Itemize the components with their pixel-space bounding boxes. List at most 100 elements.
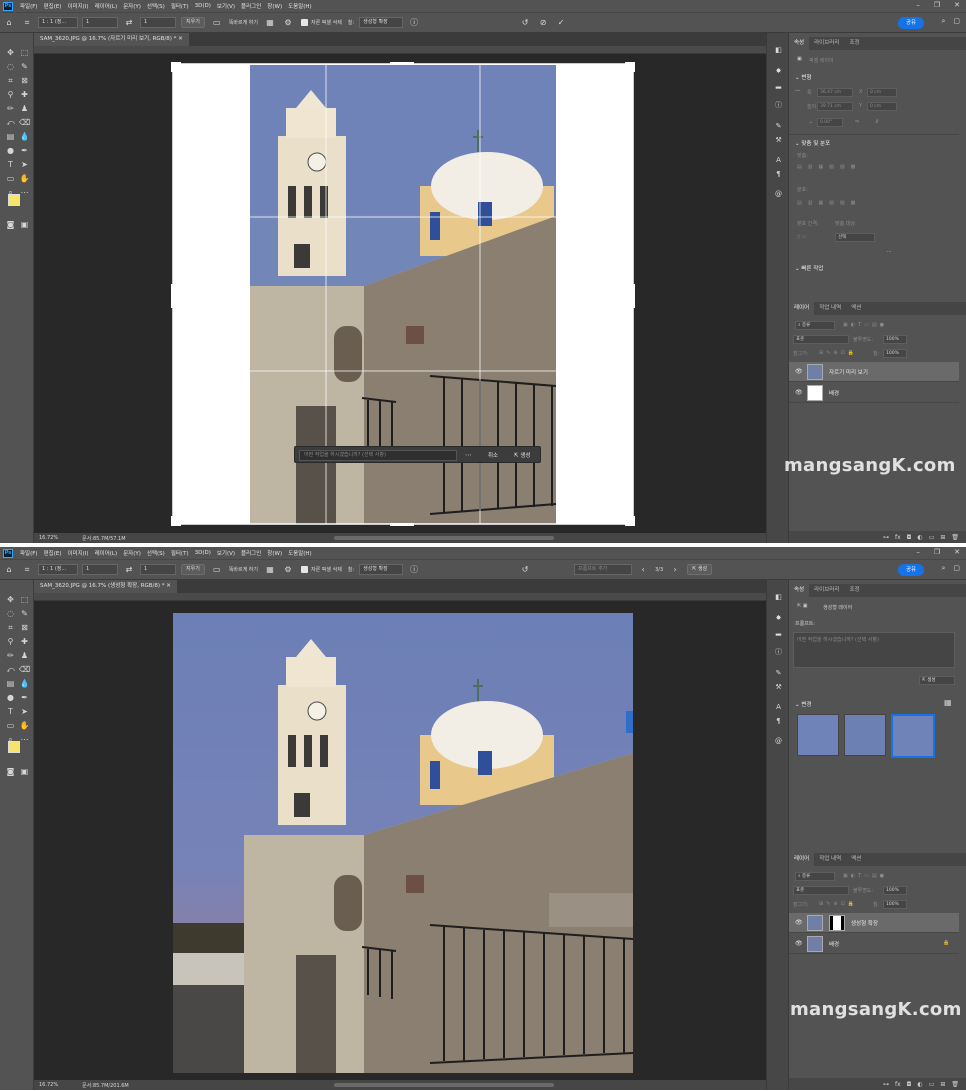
menu-type[interactable]: 문자(Y) [120, 2, 144, 10]
eyedropper-icon[interactable]: ⚲ [5, 90, 16, 100]
move-tool-icon[interactable]: ✥ [5, 595, 16, 605]
blend-mode-select[interactable]: 표준 [793, 886, 849, 895]
menu-help[interactable]: 도움말(H) [285, 2, 315, 10]
healing-icon[interactable]: ✚ [19, 637, 30, 647]
opacity-field[interactable]: 100% [883, 886, 907, 895]
layer-mask-thumbnail[interactable] [829, 915, 845, 931]
lasso-tool-icon[interactable]: ◌ [5, 62, 16, 72]
swap-icon[interactable]: ⇄ [123, 564, 135, 576]
group-icon[interactable]: ▭ [929, 1081, 935, 1088]
generate-button[interactable]: ⇱ 생성 [919, 676, 955, 685]
learn-icon[interactable]: ◧ [773, 45, 784, 55]
menu-plugins[interactable]: 플러그인 [238, 549, 264, 557]
cancel-button[interactable]: 취소 [488, 451, 498, 459]
share-button[interactable]: 공유 [898, 564, 924, 576]
menu-3d[interactable]: 3D(D) [192, 550, 214, 556]
share-button[interactable]: 공유 [898, 17, 924, 29]
zoom-level[interactable]: 16.72% [39, 1082, 58, 1088]
link-layers-icon[interactable]: ⊶ [883, 534, 889, 541]
glyphs-icon[interactable]: @ [773, 736, 784, 746]
layer-filter-icons[interactable]: ▣◐T▭▤● [843, 873, 887, 879]
layer-row[interactable]: 👁 자르기 미리 보기 [789, 362, 959, 382]
history-brush-icon[interactable]: ⤺ [5, 118, 16, 128]
gear-icon[interactable]: ⚙ [282, 564, 294, 576]
crop-ratio-select[interactable]: 1 : 1 (정... [38, 564, 78, 575]
quick-actions-section[interactable]: ⌄ 빠른 작업 [795, 264, 823, 272]
fx-icon[interactable]: fx [895, 534, 901, 541]
straighten-icon[interactable]: ▭ [211, 17, 223, 29]
character-icon[interactable]: A [773, 702, 784, 712]
restore-icon[interactable]: ❐ [934, 548, 940, 556]
group-icon[interactable]: ▭ [929, 534, 935, 541]
fx-icon[interactable]: fx [895, 1081, 901, 1088]
menu-edit[interactable]: 편집(E) [41, 549, 65, 557]
horizontal-scrollbar[interactable] [334, 536, 554, 540]
width-field[interactable]: 36.47 cm [817, 88, 853, 97]
marquee-tool-icon[interactable]: ⬚ [19, 48, 30, 58]
overlay-grid-icon[interactable]: ▦ [264, 17, 276, 29]
menu-image[interactable]: 이미지(I) [64, 549, 91, 557]
search-icon[interactable]: ⌕ [941, 17, 945, 26]
menu-layer[interactable]: 레이어(L) [92, 549, 121, 557]
minimize-icon[interactable]: – [916, 1, 920, 9]
eraser-icon[interactable]: ⌫ [19, 665, 30, 675]
menu-file[interactable]: 파일(F) [17, 549, 41, 557]
straighten-label[interactable]: 똑바르게 하기 [229, 19, 258, 26]
eyedropper-icon[interactable]: ⚲ [5, 637, 16, 647]
tab-adjustments[interactable]: 조정 [844, 584, 864, 597]
menu-filter[interactable]: 필터(T) [168, 549, 192, 557]
more-options-icon[interactable]: ⋯ [465, 451, 472, 459]
flip-horizontal-icon[interactable]: ⇋ [855, 119, 859, 125]
tab-libraries[interactable]: 라이브러리 [809, 584, 844, 597]
reset-icon[interactable]: ↺ [519, 17, 531, 29]
paragraph-icon[interactable]: ¶ [773, 169, 784, 179]
healing-icon[interactable]: ✚ [19, 90, 30, 100]
layer-row[interactable]: 👁 생성형 확장 [789, 913, 959, 933]
hand-icon[interactable]: ✋ [19, 174, 30, 184]
link-layers-icon[interactable]: ⊶ [883, 1081, 889, 1088]
variation-thumbnail[interactable] [844, 714, 886, 756]
menu-select[interactable]: 선택(S) [144, 549, 168, 557]
history-brush-icon[interactable]: ⤺ [5, 665, 16, 675]
menu-select[interactable]: 선택(S) [144, 2, 168, 10]
hand-icon[interactable]: ✋ [19, 721, 30, 731]
path-select-icon[interactable]: ➤ [19, 160, 30, 170]
generate-button[interactable]: ⇱ 생성 [687, 564, 713, 575]
home-icon[interactable]: ⌂ [3, 17, 15, 29]
opacity-field[interactable]: 100% [883, 335, 907, 344]
clear-button[interactable]: 지우기 [181, 17, 205, 28]
close-icon[interactable]: ✕ [954, 1, 960, 9]
menu-type[interactable]: 문자(Y) [120, 549, 144, 557]
layer-filter-select[interactable]: ⌕ 종류 [795, 321, 835, 330]
generative-prompt-input[interactable]: 어떤 작업을 하시겠습니까? (선택 사항) [299, 450, 457, 461]
eye-icon[interactable]: 👁 [795, 940, 803, 947]
eye-icon[interactable]: 👁 [795, 919, 803, 926]
workspace-icon[interactable]: ▢ [953, 564, 960, 573]
document-tab[interactable]: SAM_3620.JPG @ 16.7% (생성형 확장, RGB/8) * ✕ [34, 580, 177, 593]
quick-select-icon[interactable]: ✎ [19, 62, 30, 72]
crop-height-field[interactable]: 1 [140, 564, 176, 575]
type-icon[interactable]: T [5, 160, 16, 170]
canvas-area[interactable]: 어떤 작업을 하시겠습니까? (선택 사항) ⋯ 취소 ⇱ 생성 [34, 46, 766, 533]
x-field[interactable]: 0 cm [867, 88, 897, 97]
crop-ratio-select[interactable]: 1 : 1 (정... [38, 17, 78, 28]
gradient-icon[interactable]: ▤ [5, 679, 16, 689]
search-icon[interactable]: ⌕ [941, 564, 945, 573]
generate-button[interactable]: ⇱ 생성 [514, 451, 530, 459]
fill-field[interactable]: 100% [883, 349, 907, 358]
tab-layers[interactable]: 레이어 [789, 853, 815, 866]
variation-thumbnail[interactable] [797, 714, 839, 756]
pen-icon[interactable]: ✒ [19, 693, 30, 703]
more-tools-icon[interactable]: ⋯ [19, 735, 30, 745]
histogram-icon[interactable]: ▂ [773, 80, 784, 90]
menu-help[interactable]: 도움말(H) [285, 549, 315, 557]
distribute-buttons[interactable]: ▤▥▦▧▨▩ [797, 200, 861, 206]
glyphs-icon[interactable]: @ [773, 189, 784, 199]
more-tools-icon[interactable]: ⋯ [19, 188, 30, 198]
screen-mode-icon[interactable]: ▣ [19, 767, 30, 777]
delete-cropped-checkbox[interactable] [301, 19, 309, 26]
straighten-label[interactable]: 똑바르게 하기 [229, 566, 258, 573]
crop-icon[interactable]: ⌗ [5, 76, 16, 86]
marquee-tool-icon[interactable]: ⬚ [19, 595, 30, 605]
lasso-tool-icon[interactable]: ◌ [5, 609, 16, 619]
